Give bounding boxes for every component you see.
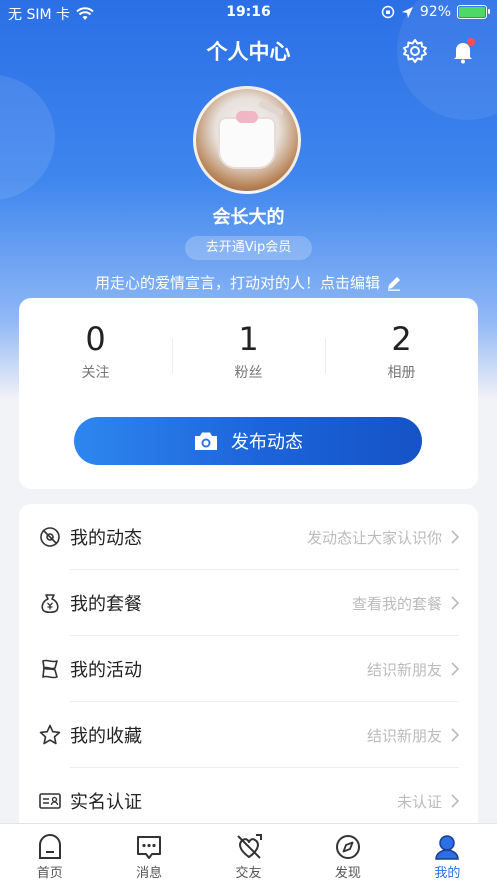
bio-text: 用走心的爱情宣言，打动对的人！点击编辑 bbox=[94, 274, 380, 292]
tab-label: 消息 bbox=[136, 866, 163, 881]
stat-label: 关注 bbox=[81, 365, 110, 381]
edit-pencil-icon bbox=[388, 276, 400, 291]
menu-item-hint: 结识新朋友 bbox=[366, 660, 442, 679]
tab-home[interactable]: 首页 bbox=[0, 824, 99, 883]
avatar-image bbox=[218, 99, 285, 169]
menu-item-label: 我的收藏 bbox=[70, 726, 142, 747]
menu-item-label: 我的活动 bbox=[70, 660, 142, 681]
tab-discover[interactable]: 发现 bbox=[298, 824, 397, 883]
compass-icon bbox=[335, 835, 360, 859]
menu-item-label: 实名认证 bbox=[70, 792, 142, 813]
status-bar: 无 SIM 卡 19:16 92% bbox=[0, 0, 497, 26]
battery-percent: 92% bbox=[419, 4, 451, 20]
gear-icon[interactable] bbox=[401, 37, 429, 65]
menu-item-label: 我的套餐 bbox=[70, 594, 142, 615]
tab-label: 发现 bbox=[334, 866, 361, 881]
tab-profile[interactable]: 我的 bbox=[398, 824, 497, 883]
battery-icon bbox=[457, 5, 490, 19]
stat-value: 1 bbox=[238, 320, 259, 358]
stat-value: 2 bbox=[391, 320, 412, 358]
dating-icon bbox=[236, 834, 262, 859]
message-icon bbox=[137, 836, 162, 859]
avatar[interactable] bbox=[193, 86, 301, 194]
tab-label: 首页 bbox=[36, 866, 63, 881]
star-icon bbox=[39, 724, 61, 745]
publish-post-button[interactable]: 发布动态 bbox=[74, 417, 422, 465]
flag-icon bbox=[42, 659, 58, 679]
stat-label: 粉丝 bbox=[234, 365, 263, 381]
stat-albums[interactable]: 2 相册 bbox=[325, 320, 478, 382]
decorative-bubble bbox=[0, 75, 55, 200]
notification-button[interactable] bbox=[449, 37, 477, 65]
tab-messages[interactable]: 消息 bbox=[99, 824, 198, 883]
stat-following[interactable]: 0 关注 bbox=[19, 320, 172, 382]
home-icon bbox=[38, 834, 61, 859]
menu-item-hint: 发动态让大家认识你 bbox=[306, 528, 442, 547]
menu-item-hint: 未认证 bbox=[396, 792, 442, 811]
chevron-right-icon bbox=[451, 728, 460, 742]
stat-followers[interactable]: 1 粉丝 bbox=[172, 320, 325, 382]
notification-badge bbox=[467, 38, 475, 46]
menu-item-hint: 查看我的套餐 bbox=[351, 594, 442, 613]
no-camera-icon bbox=[40, 527, 60, 547]
menu-item-my-activities[interactable]: 我的活动 结识新朋友 bbox=[19, 636, 478, 702]
chevron-right-icon bbox=[451, 662, 460, 676]
menu-item-hint: 结识新朋友 bbox=[366, 726, 442, 745]
tab-dating[interactable]: 交友 bbox=[199, 824, 298, 883]
rotation-lock-icon bbox=[381, 5, 395, 19]
menu-item-label: 我的动态 bbox=[70, 528, 142, 549]
tab-label: 交友 bbox=[235, 866, 262, 881]
menu-item-my-favorites[interactable]: 我的收藏 结识新朋友 bbox=[19, 702, 478, 768]
chevron-right-icon bbox=[451, 794, 460, 808]
id-card-icon bbox=[39, 793, 61, 809]
menu-item-my-posts[interactable]: 我的动态 发动态让大家认识你 bbox=[19, 504, 478, 570]
publish-label: 发布动态 bbox=[231, 432, 303, 453]
menu-item-my-package[interactable]: 我的套餐 查看我的套餐 bbox=[19, 570, 478, 636]
menu-list: 我的动态 发动态让大家认识你 我的套餐 查看我的套餐 我的活动 结识新朋友 我的… bbox=[19, 504, 478, 834]
location-icon bbox=[401, 6, 413, 18]
stat-label: 相册 bbox=[387, 365, 416, 381]
money-bag-icon bbox=[41, 594, 59, 614]
profile-icon bbox=[435, 835, 460, 860]
tab-label: 我的 bbox=[434, 866, 461, 881]
chevron-right-icon bbox=[451, 530, 460, 544]
camera-icon bbox=[195, 432, 217, 450]
chevron-right-icon bbox=[451, 596, 460, 610]
bio-line[interactable]: 用走心的爱情宣言，打动对的人！点击编辑 bbox=[0, 272, 497, 293]
bottom-tab-bar: 首页 消息 交友 发现 我的 bbox=[0, 823, 497, 883]
username: 会长大的 bbox=[212, 207, 285, 228]
stats-card: 0 关注 1 粉丝 2 相册 发布动态 bbox=[19, 298, 478, 489]
vip-upgrade-button[interactable]: 去开通Vip会员 bbox=[185, 236, 312, 260]
stat-value: 0 bbox=[85, 320, 106, 358]
